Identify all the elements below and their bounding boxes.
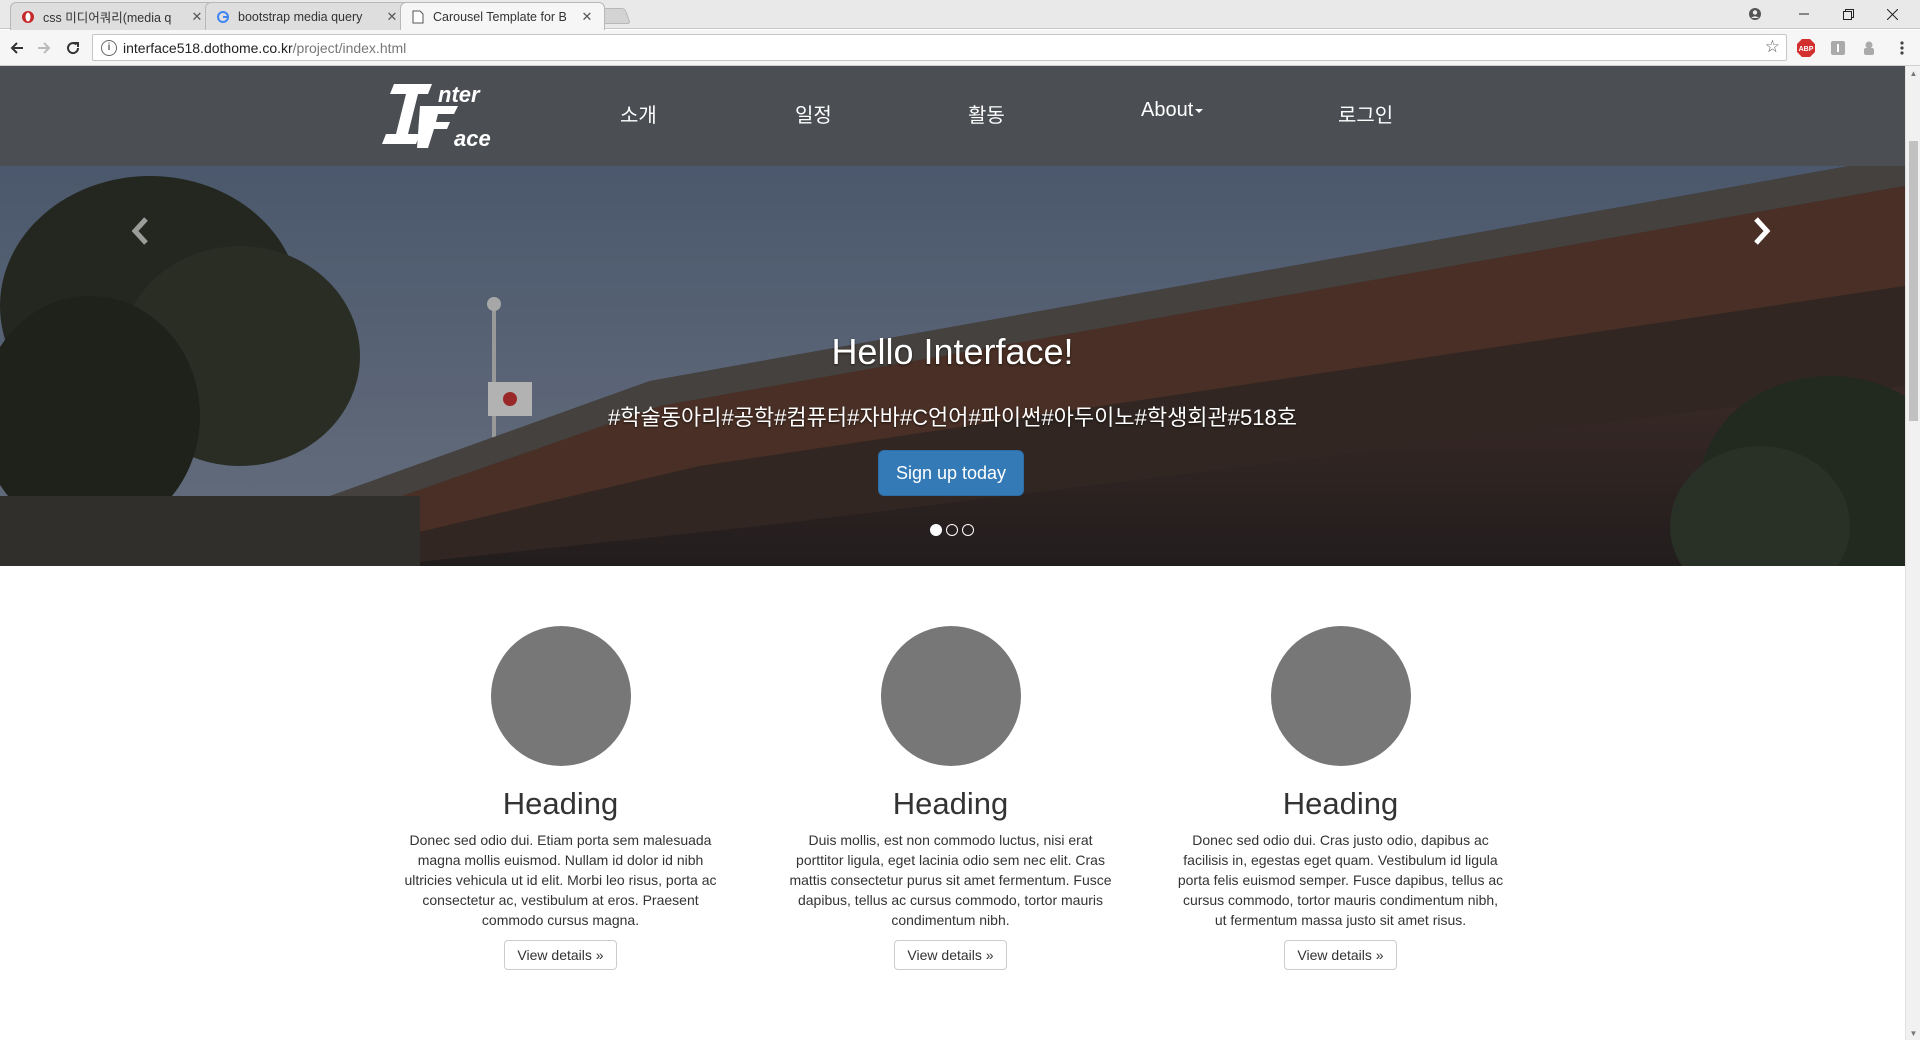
page-scrollbar[interactable]: ▲ ▼	[1905, 66, 1920, 1040]
carousel-prev-chevron-icon[interactable]	[120, 211, 160, 251]
column-heading: Heading	[502, 786, 619, 821]
scrollbar-thumb[interactable]	[1909, 141, 1918, 421]
restore-icon[interactable]	[1826, 0, 1870, 28]
carousel-caption-title: Hello Interface!	[831, 331, 1074, 372]
reload-icon[interactable]	[60, 35, 86, 61]
marketing-column-1: Heading Donec sed odio dui. Etiam porta …	[388, 626, 733, 970]
profile-icon[interactable]	[1733, 0, 1777, 28]
tab-close-icon[interactable]: ✕	[190, 9, 204, 25]
svg-text:ABP: ABP	[1799, 46, 1814, 53]
interface-logo[interactable]: nter ace	[380, 76, 505, 152]
carousel-indicator-1[interactable]	[930, 524, 942, 536]
nav-item-login[interactable]: 로그인	[1338, 99, 1393, 128]
site-info-icon[interactable]: i	[101, 39, 117, 56]
close-window-icon[interactable]	[1870, 0, 1914, 28]
url-host: interface518.dothome.co.kr	[123, 39, 293, 56]
google-favicon-icon	[216, 10, 230, 24]
caret-down-icon	[1195, 108, 1204, 113]
tab-close-icon[interactable]: ✕	[385, 9, 399, 25]
carousel-next-chevron-icon[interactable]	[1742, 211, 1782, 251]
sign-up-button[interactable]: Sign up today	[878, 450, 1024, 496]
site-navbar: nter ace 소개 일정 활동 About 로그인	[0, 66, 1905, 166]
placeholder-circle-image	[490, 626, 631, 766]
nav-item-activities[interactable]: 활동	[968, 99, 1005, 128]
column-text: Donec sed odio dui. Cras justo odio, dap…	[1177, 832, 1504, 928]
nav-item-intro[interactable]: 소개	[620, 99, 657, 128]
browser-tab-1[interactable]: css 미디어쿼리(media q ✕	[10, 2, 215, 30]
svg-text:ace: ace	[454, 126, 491, 151]
adblock-extension-icon[interactable]: ABP	[1796, 38, 1816, 58]
view-details-button[interactable]: View details »	[894, 940, 1007, 970]
carousel-caption-tags: #학술동아리#공학#컴퓨터#자바#C언어#파이썬#아두이노#학생회관#518호	[608, 405, 1297, 430]
view-details-button[interactable]: View details »	[504, 940, 617, 970]
column-text: Duis mollis, est non commodo luctus, nis…	[789, 832, 1112, 928]
browser-tab-2[interactable]: bootstrap media query ✕	[205, 2, 410, 30]
marketing-column-2: Heading Duis mollis, est non commodo luc…	[778, 626, 1123, 970]
carousel-indicators	[930, 524, 974, 536]
nav-item-about-label: About	[1141, 99, 1194, 121]
page-favicon-icon	[411, 10, 425, 24]
nav-item-schedule[interactable]: 일정	[795, 99, 832, 128]
hero-carousel: Hello Interface! #학술동아리#공학#컴퓨터#자바#C언어#파이…	[0, 166, 1905, 566]
scroll-down-arrow-icon[interactable]: ▼	[1906, 1026, 1920, 1040]
column-text: Donec sed odio dui. Etiam porta sem male…	[404, 832, 717, 928]
page-viewport: nter ace 소개 일정 활동 About 로그인 Hello Interf…	[0, 66, 1905, 1040]
tab-title: css 미디어쿼리(media q	[43, 11, 172, 25]
placeholder-circle-image	[1270, 626, 1411, 766]
tab-title: bootstrap media query	[238, 9, 363, 24]
tab-close-icon[interactable]: ✕	[580, 9, 594, 25]
extension-icon-2[interactable]	[1859, 38, 1879, 58]
nav-item-about-dropdown[interactable]: About	[1141, 99, 1204, 122]
bookmark-star-icon[interactable]: ☆	[1765, 37, 1780, 57]
placeholder-circle-image	[880, 626, 1021, 766]
menu-kebab-icon[interactable]	[1892, 38, 1912, 58]
url-path: /project/index.html	[292, 39, 407, 56]
carousel-indicator-3[interactable]	[962, 524, 974, 536]
marketing-column-3: Heading Donec sed odio dui. Cras justo o…	[1168, 626, 1513, 970]
minimize-icon[interactable]	[1782, 0, 1826, 28]
extension-icon[interactable]	[1828, 38, 1848, 58]
address-bar[interactable]: i interface518.dothome.co.kr/project/ind…	[92, 34, 1787, 61]
column-heading: Heading	[892, 786, 1009, 821]
browser-toolbar: i interface518.dothome.co.kr/project/ind…	[0, 30, 1920, 66]
browser-tab-3-active[interactable]: Carousel Template for B ✕	[400, 2, 605, 30]
scroll-up-arrow-icon[interactable]: ▲	[1906, 66, 1920, 80]
view-details-button[interactable]: View details »	[1284, 940, 1397, 970]
svg-text:nter: nter	[438, 82, 481, 107]
carousel-indicator-2[interactable]	[946, 524, 958, 536]
column-heading: Heading	[1282, 786, 1399, 821]
forward-arrow-icon[interactable]	[31, 35, 57, 61]
browser-tab-strip: css 미디어쿼리(media q ✕ bootstrap media quer…	[0, 0, 1920, 30]
back-arrow-icon[interactable]	[4, 35, 30, 61]
opera-favicon-icon	[21, 10, 35, 24]
tab-title: Carousel Template for B	[433, 9, 567, 24]
